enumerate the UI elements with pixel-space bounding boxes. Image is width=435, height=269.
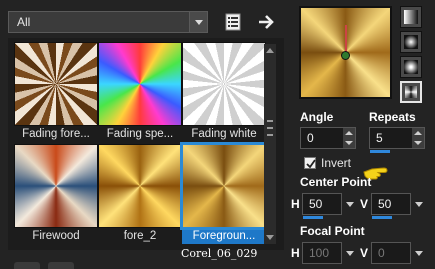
focal-v-dropdown-icon[interactable] [414,242,424,264]
angle-value: 0 [307,131,314,145]
gradient-tile-fading-foreground[interactable]: Fading fore... [14,42,98,142]
center-h-value: 50 [309,197,323,211]
gradient-tile-firewood[interactable]: Firewood [14,144,98,244]
repeats-label: Repeats [369,110,416,124]
center-h-slider-bar[interactable] [303,216,323,219]
gradient-swatch [98,42,182,126]
sunburst-style-button[interactable] [400,81,422,103]
arrow-right-icon[interactable] [256,11,278,33]
gradient-preview[interactable] [299,6,392,99]
gradient-swatch [182,42,266,126]
scroll-up-arrow-icon[interactable] [266,48,274,53]
repeats-value: 5 [376,131,383,145]
tile-label: Foregroun... [182,228,266,244]
focal-h-value: 100 [309,246,330,260]
chevron-down-icon[interactable] [189,12,207,32]
invert-checkbox[interactable] [304,157,316,169]
gradient-swatch [14,144,98,228]
center-v-label: V [360,197,369,211]
gradient-swatch [180,142,268,230]
focal-v-label: V [360,246,369,260]
tile-label: Firewood [32,230,80,242]
focal-h-dropdown-icon[interactable] [345,242,355,264]
scroll-down-arrow-icon[interactable] [266,235,274,240]
center-h-dropdown-icon[interactable] [345,193,355,215]
watermark-text: Corel_06_029 [181,247,258,260]
center-point-handle[interactable] [341,51,350,60]
gradient-tile-fore-2[interactable]: fore_2 [98,144,182,244]
scrollbar-thumb[interactable] [267,120,273,136]
bottom-button-stub[interactable] [14,262,40,269]
gradient-category-dropdown[interactable]: All [8,11,208,33]
repeats-spinbox[interactable]: 5 [369,127,425,153]
spin-arrows-icon[interactable] [412,128,424,148]
center-v-slider-bar[interactable] [372,216,392,219]
gradient-tile-fading-spectrum[interactable]: Fading spe... [98,42,182,142]
focal-v-spinbox[interactable]: 0 [371,242,411,264]
tile-label: Fading white [191,128,257,140]
invert-label: Invert [321,156,352,170]
gradient-swatch [14,42,98,126]
gallery-scrollbar[interactable] [264,44,276,244]
angle-handle-line [345,25,347,53]
focal-h-label: H [291,246,300,260]
center-v-dropdown-icon[interactable] [414,193,424,215]
center-v-value: 50 [378,197,392,211]
center-v-spinbox[interactable]: 50 [371,193,411,219]
tile-label: Fading spe... [106,128,174,140]
angle-spinbox[interactable]: 0 [300,127,356,149]
center-point-label: Center Point [300,175,372,189]
tile-label: Fading fore... [22,128,90,140]
spin-arrows-icon[interactable] [343,128,355,148]
focal-point-label: Focal Point [300,224,365,238]
gradient-tile-fading-white[interactable]: Fading white [182,42,266,142]
gradient-gallery: Fading fore... Fading spe... Fading whit… [8,38,284,250]
radial-style-button[interactable] [400,56,422,78]
focal-h-spinbox[interactable]: 100 [302,242,342,264]
gradient-tile-foreground[interactable]: Foregroun... [180,142,268,244]
category-selected-value: All [17,15,31,29]
bottom-button-stub[interactable] [48,262,74,269]
document-list-icon[interactable] [222,11,244,33]
rectangular-style-button[interactable] [400,31,422,53]
tile-label: fore_2 [123,230,157,242]
center-h-label: H [291,197,300,211]
focal-v-value: 0 [378,246,385,260]
center-h-spinbox[interactable]: 50 [302,193,342,219]
angle-label: Angle [300,110,334,124]
repeats-slider-bar[interactable] [370,150,390,153]
gradient-swatch [98,144,182,228]
linear-style-button[interactable] [400,6,422,28]
